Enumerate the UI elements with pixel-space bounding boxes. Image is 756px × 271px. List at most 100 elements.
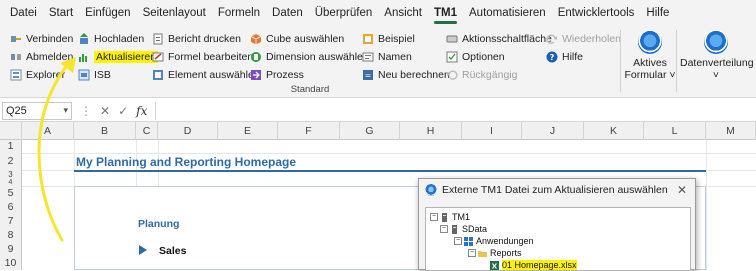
tab-ueberpruefen[interactable]: Überprüfen (309, 0, 379, 26)
tree-node-anwendungen[interactable]: − Anwendungen (454, 235, 534, 247)
column-header-a[interactable]: A (22, 122, 74, 140)
action-button-icon (446, 35, 458, 43)
dimension-auswaehlen-button[interactable]: Dimension auswählen (250, 48, 369, 66)
hilfe-button[interactable]: ? Hilfe (546, 48, 583, 66)
column-header-i[interactable]: I (462, 122, 522, 140)
row-header-10[interactable]: 10 (0, 256, 22, 270)
formel-bearbeiten-button[interactable]: Formel bearbeiten (152, 48, 253, 66)
formula-controls: ⋮ ✕ ✓ fx (80, 104, 147, 118)
svg-text:?: ? (550, 53, 555, 62)
tab-seitenlayout[interactable]: Seitenlayout (137, 0, 212, 26)
wiederholen-button[interactable]: Wiederholen (546, 30, 621, 48)
abmelden-button[interactable]: Abmelden (10, 48, 73, 66)
optionen-button[interactable]: Optionen (446, 48, 505, 66)
tm1-icon (425, 184, 437, 196)
namen-button[interactable]: Namen (362, 48, 412, 66)
row-header-9[interactable]: 9 (0, 242, 22, 256)
tree-node-tm1[interactable]: − TM1 (430, 211, 470, 223)
row-header-4[interactable]: 4 (0, 179, 22, 186)
gridline (22, 153, 756, 154)
group-label-standard: Standard (290, 84, 330, 95)
play-icon[interactable] (139, 245, 147, 255)
neu-berechnen-button[interactable]: = Neu berechnen (362, 66, 450, 84)
server-icon (452, 224, 457, 234)
column-header-j[interactable]: J (522, 122, 584, 140)
tab-daten[interactable]: Daten (266, 0, 309, 26)
dialog-titlebar[interactable]: Externe TM1 Datei zum Aktualisieren ausw… (419, 179, 695, 201)
tab-entwicklertools[interactable]: Entwicklertools (552, 0, 641, 26)
aktionsschaltflaeche-button[interactable]: Aktionsschaltfläche (446, 30, 552, 48)
column-header-k[interactable]: K (584, 122, 644, 140)
column-header-h[interactable]: H (400, 122, 462, 140)
rueckgaengig-button[interactable]: Rückgängig (446, 66, 517, 84)
column-header-e[interactable]: E (218, 122, 278, 140)
tab-tm1[interactable]: TM1 (428, 0, 463, 26)
print-report-icon (153, 33, 163, 45)
row-header-6[interactable]: 6 (0, 200, 22, 214)
row-header-1[interactable]: 1 (0, 140, 22, 153)
tab-ansicht[interactable]: Ansicht (378, 0, 428, 26)
chevron-down-icon: ˅ (669, 69, 676, 81)
tree-node-file[interactable]: X 01 Homepage.xlsx (490, 259, 577, 271)
planung-heading: Planung (138, 218, 180, 230)
close-icon[interactable]: ✕ (677, 183, 687, 197)
name-box[interactable]: Q25 ▾ (2, 101, 72, 120)
collapse-icon[interactable]: − (454, 237, 462, 245)
select-all-corner[interactable] (0, 122, 22, 140)
beispiel-button[interactable]: Beispiel (362, 30, 415, 48)
connect-icon (11, 36, 21, 42)
verbinden-button[interactable]: Verbinden (10, 30, 73, 48)
element-auswaehlen-button[interactable]: Element auswählen (152, 66, 260, 84)
tab-formeln[interactable]: Formeln (212, 0, 266, 26)
collapse-icon[interactable]: − (430, 213, 438, 221)
dimension-icon (251, 52, 261, 62)
aktualisieren-button[interactable]: Aktualisieren (78, 48, 159, 66)
redo-icon (546, 34, 557, 44)
chevron-down-icon: ▾ (63, 105, 68, 115)
column-header-g[interactable]: G (340, 122, 400, 140)
isb-button[interactable]: ISB (78, 66, 111, 84)
tree-node-sdata[interactable]: − SData (440, 223, 487, 235)
cancel-icon[interactable]: ✕ (100, 104, 110, 118)
tree-node-reports[interactable]: − Reports (468, 247, 522, 259)
svg-text:=: = (365, 71, 372, 80)
row-header-5[interactable]: 5 (0, 186, 22, 200)
explorer-button[interactable]: Explorer (10, 66, 65, 84)
tab-einfuegen[interactable]: Einfügen (79, 0, 136, 26)
row-header-8[interactable]: 8 (0, 228, 22, 242)
confirm-icon[interactable]: ✓ (118, 104, 128, 118)
tab-automatisieren[interactable]: Automatisieren (463, 0, 552, 26)
column-header-b[interactable]: B (74, 122, 136, 140)
function-icon[interactable]: fx (136, 104, 147, 118)
column-header-m[interactable]: M (706, 122, 756, 140)
sales-link[interactable]: Sales (159, 245, 186, 257)
column-header-c[interactable]: C (136, 122, 158, 140)
menu-bar: Datei Start Einfügen Seitenlayout Formel… (0, 0, 756, 26)
select-element-icon (153, 70, 163, 80)
aktives-formular-button[interactable]: Aktives Formular ˅ (620, 28, 680, 88)
bericht-drucken-button[interactable]: Bericht drucken (152, 30, 241, 48)
formula-input[interactable] (155, 101, 756, 120)
collapse-icon[interactable]: − (468, 249, 476, 257)
tab-datei[interactable]: Datei (4, 0, 43, 26)
column-header-d[interactable]: D (158, 122, 218, 140)
tab-start[interactable]: Start (43, 0, 79, 26)
undo-icon (447, 70, 458, 80)
column-header-f[interactable]: F (278, 122, 340, 140)
prozess-button[interactable]: Prozess (250, 66, 304, 84)
title-underline (74, 170, 706, 172)
datenverteilung-button[interactable]: Datenverteilung ˅ (680, 28, 754, 88)
tab-hilfe[interactable]: Hilfe (640, 0, 675, 26)
folder-icon (478, 250, 487, 257)
row-header-2[interactable]: 2 (0, 153, 22, 170)
column-header-l[interactable]: L (644, 122, 706, 140)
hochladen-button[interactable]: Hochladen (78, 30, 144, 48)
help-icon: ? (546, 51, 558, 63)
page-title: My Planning and Reporting Homepage (76, 155, 297, 169)
cube-auswaehlen-button[interactable]: Cube auswählen (250, 30, 344, 48)
row-header-7[interactable]: 7 (0, 214, 22, 228)
refresh-chart-icon (79, 54, 87, 62)
collapse-icon[interactable]: − (440, 225, 448, 233)
row-header-3[interactable]: 3 (0, 170, 22, 179)
names-icon (362, 52, 374, 62)
